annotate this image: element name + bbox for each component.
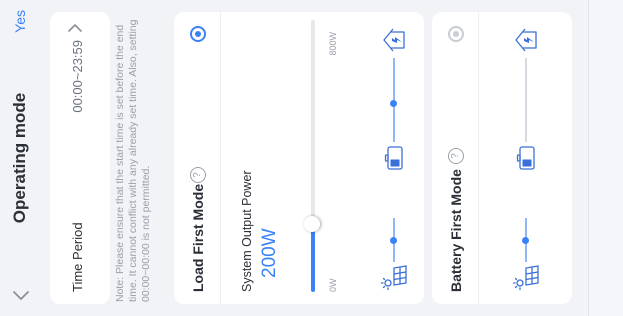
output-power-slider[interactable] — [300, 20, 326, 292]
note-text: Note: Please ensure that the start time … — [114, 19, 152, 302]
flow-dot — [390, 100, 397, 107]
energy-flow-diagram — [508, 24, 544, 292]
divider — [220, 12, 221, 304]
help-icon[interactable]: ? — [190, 167, 206, 183]
chevron-right-icon — [67, 22, 88, 34]
energy-flow-diagram — [376, 24, 412, 292]
house-icon — [512, 26, 540, 54]
operating-mode-screen: Operating mode Yes Time Period 00:00~23:… — [0, 0, 583, 316]
battery-icon — [512, 144, 540, 172]
slider-max-label: 800W — [328, 32, 338, 56]
system-output-power-value: 200W — [259, 228, 280, 278]
divider — [478, 12, 479, 304]
solar-panel-icon — [380, 264, 408, 292]
help-icon[interactable]: ? — [448, 148, 464, 164]
load-first-mode-card[interactable]: Load First Mode ? System Output Power 20… — [174, 12, 424, 304]
load-first-radio[interactable] — [190, 26, 206, 42]
device-edge — [588, 0, 623, 316]
battery-icon — [380, 144, 408, 172]
time-period-row[interactable]: Time Period 00:00~23:59 — [50, 12, 110, 304]
load-first-mode-title: Load First Mode — [190, 183, 206, 292]
time-period-label: Time Period — [70, 222, 85, 292]
house-icon — [380, 26, 408, 54]
slider-thumb[interactable] — [304, 216, 320, 232]
battery-first-mode-title: Battery First Mode — [448, 169, 464, 292]
solar-panel-icon — [512, 264, 540, 292]
flow-line — [525, 58, 527, 142]
battery-first-radio[interactable] — [448, 26, 464, 42]
time-period-value: 00:00~23:59 — [70, 40, 85, 113]
slider-min-label: 0W — [328, 278, 338, 293]
slider-fill — [311, 224, 315, 292]
page-title: Operating mode — [10, 92, 29, 224]
header-bar: Operating mode Yes — [0, 0, 44, 316]
confirm-button[interactable]: Yes — [12, 10, 28, 33]
battery-first-mode-card[interactable]: Battery First Mode ? — [432, 12, 572, 304]
flow-dot — [390, 237, 397, 244]
flow-dot — [522, 237, 529, 244]
system-output-power-label: System Output Power — [240, 170, 254, 292]
